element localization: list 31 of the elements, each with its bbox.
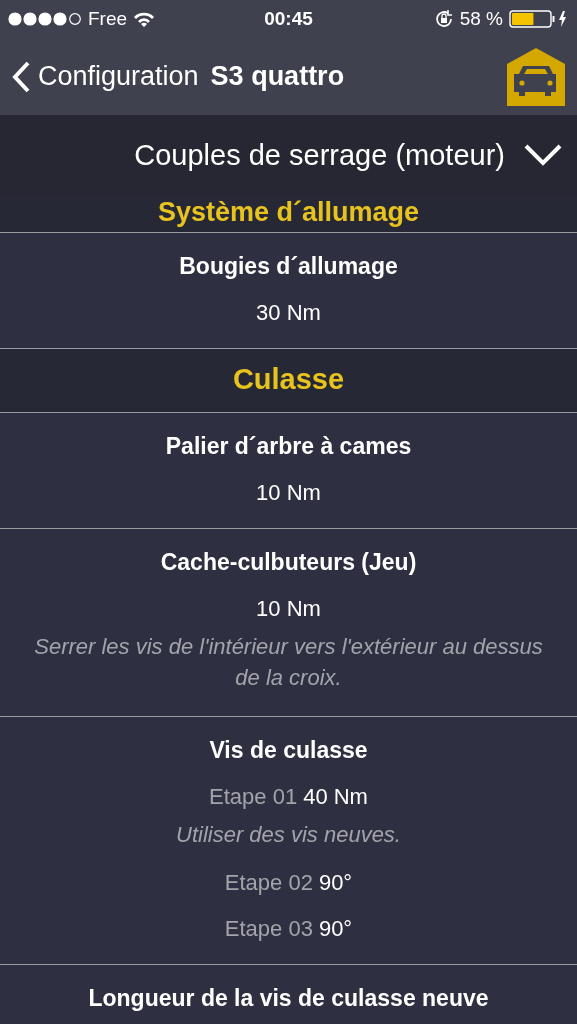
item-title: Palier d´arbre à cames <box>165 433 412 460</box>
step-label: Etape 01 <box>209 783 298 810</box>
item-title: Cache-culbuteurs (Jeu) <box>160 549 417 576</box>
section-header: Système d´allumage <box>0 195 577 233</box>
signal-icon <box>8 12 82 26</box>
step-value: 40 Nm <box>303 783 368 810</box>
clock-time: 00:45 <box>264 8 313 30</box>
item-title: Longueur de la vis de culasse neuve <box>88 985 489 1013</box>
battery-percent: 58 % <box>459 8 503 30</box>
category-dropdown[interactable]: Couples de serrage (moteur) <box>0 115 577 195</box>
torque-value: 30 Nm <box>256 300 321 326</box>
nav-title: S3 quattro <box>210 61 346 92</box>
note-text: Utiliser des vis neuves. <box>176 820 401 849</box>
step-label: Etape 02 <box>224 870 313 897</box>
step-value: 90° <box>318 870 353 897</box>
chevron-left-icon <box>12 60 30 93</box>
torque-value: 10 Nm <box>256 596 321 622</box>
chevron-down-icon <box>523 143 563 167</box>
item-title: Bougies d´allumage <box>179 253 398 280</box>
rotation-lock-icon <box>433 9 454 29</box>
garage-car-icon[interactable] <box>505 45 567 108</box>
step-value: 90° <box>318 916 353 943</box>
note-text: Serrer les vis de l'intérieur vers l'extérieur au dessus de la croix. <box>33 633 544 692</box>
section-header: Culasse <box>0 349 577 413</box>
item-title: Vis de culasse <box>209 736 368 764</box>
back-button[interactable]: Configuration <box>12 60 199 93</box>
step-label: Etape 03 <box>224 916 313 943</box>
wifi-icon <box>133 11 156 27</box>
torque-value: 10 Nm <box>256 480 321 506</box>
carrier-name: Free <box>88 8 128 30</box>
battery-icon <box>509 10 569 28</box>
